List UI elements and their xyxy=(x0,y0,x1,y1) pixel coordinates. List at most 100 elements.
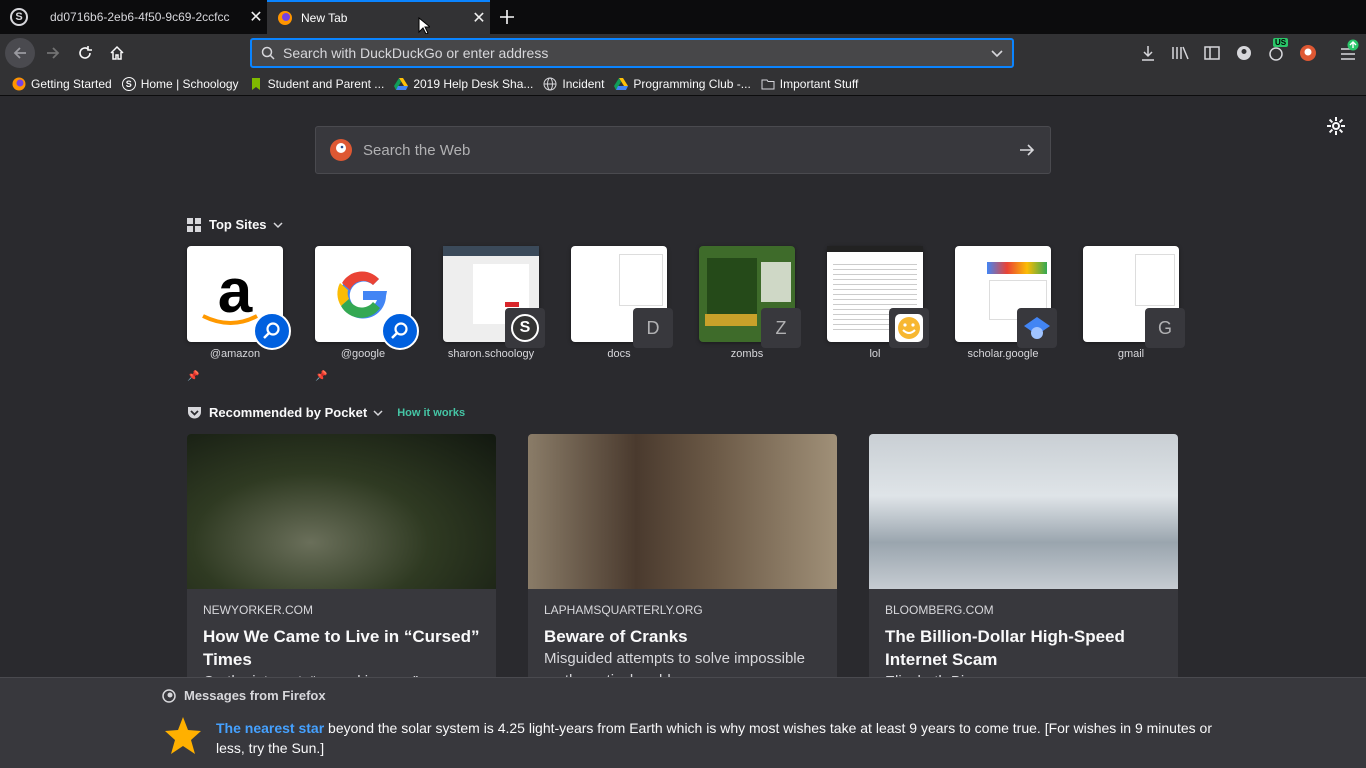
firefox-icon xyxy=(162,688,176,703)
duckduckgo-icon[interactable] xyxy=(1299,44,1317,62)
duckduckgo-icon xyxy=(330,139,352,161)
site-thumbnail: G xyxy=(1083,246,1185,348)
article-title: Beware of Cranks xyxy=(544,627,688,646)
star-icon xyxy=(165,717,201,754)
site-label: docs xyxy=(607,348,631,360)
web-search-box[interactable]: Search the Web xyxy=(315,126,1051,174)
sidebar-icon[interactable] xyxy=(1204,45,1220,61)
arrow-right-icon[interactable] xyxy=(1018,141,1036,159)
update-available-icon xyxy=(1347,39,1359,51)
download-icon[interactable] xyxy=(1140,45,1156,61)
messages-header: Messages from Firefox xyxy=(162,688,326,703)
vpn-extension-icon[interactable]: US xyxy=(1268,38,1292,64)
bookmark-important-stuff[interactable]: Important Stuff xyxy=(761,76,859,91)
top-site-scholar-google[interactable]: scholar.google xyxy=(955,246,1057,360)
smiley-icon xyxy=(895,314,923,342)
amazon-smile-icon xyxy=(202,314,258,325)
nearest-star-link[interactable]: The nearest star xyxy=(216,720,324,736)
article-title: How We Came to Live in “Cursed” Times xyxy=(203,627,480,669)
address-bar[interactable] xyxy=(250,38,1014,68)
top-site-docs[interactable]: D docs xyxy=(571,246,673,360)
bookmark-label: Programming Club -... xyxy=(633,76,751,91)
letter-badge: D xyxy=(633,308,673,348)
top-site-amazon[interactable]: a 📌 @amazon xyxy=(187,246,291,382)
article-title: The Billion-Dollar High-Speed Internet S… xyxy=(885,627,1125,669)
extension-icon xyxy=(1269,47,1283,61)
close-tab-icon[interactable]: ✕ xyxy=(468,8,490,28)
top-sites-header[interactable]: Top Sites xyxy=(187,217,283,232)
back-arrow-icon xyxy=(13,47,26,59)
bookmark-icon xyxy=(251,77,260,90)
plus-icon[interactable] xyxy=(499,9,515,25)
search-shortcut-badge xyxy=(381,312,419,350)
pin-icon: 📌 xyxy=(187,371,200,382)
search-shortcut-badge xyxy=(253,312,291,350)
tab-title: New Tab xyxy=(301,11,348,25)
tab-dd0716[interactable]: dd0716b6-2eb6-4f50-9c69-2ccfcc ✕ xyxy=(39,0,267,34)
letter-badge: G xyxy=(1145,308,1185,348)
bookmark-label: Important Stuff xyxy=(779,76,859,91)
screenshot-banner xyxy=(705,314,757,326)
screenshot-logo xyxy=(987,262,1047,274)
back-button[interactable] xyxy=(5,38,35,68)
bookmark-label: Home | Schoology xyxy=(140,76,239,91)
site-label: lol xyxy=(869,348,881,360)
bookmark-help-desk[interactable]: 2019 Help Desk Sha... xyxy=(394,77,533,91)
article-image xyxy=(187,434,496,589)
grid-icon xyxy=(187,217,201,232)
close-tab-icon[interactable]: ✕ xyxy=(245,7,267,27)
us-badge: US xyxy=(1273,38,1289,47)
bookmark-label: 2019 Help Desk Sha... xyxy=(413,76,534,91)
how-it-works-link[interactable]: How it works xyxy=(397,407,465,419)
letter-badge: Z xyxy=(761,308,801,348)
bookmark-getting-started[interactable]: Getting Started xyxy=(12,77,112,91)
screenshot-menu xyxy=(761,262,791,302)
top-site-gmail[interactable]: G gmail xyxy=(1083,246,1185,360)
site-thumbnail: D xyxy=(571,246,673,348)
pocket-icon xyxy=(188,406,201,418)
screenshot-form xyxy=(619,254,663,306)
chevron-down-icon[interactable] xyxy=(990,46,1004,60)
pocket-card[interactable]: LAPHAMSQUARTERLY.ORG Beware of Cranks Mi… xyxy=(528,434,837,694)
bookmark-programming-club[interactable]: Programming Club -... xyxy=(614,76,751,91)
schoology-icon[interactable]: S xyxy=(10,8,28,26)
new-tab-page: Search the Web Top Sites a 📌 @amazon 📌 @… xyxy=(0,96,1366,768)
pocket-card[interactable]: BLOOMBERG.COM The Billion-Dollar High-Sp… xyxy=(869,434,1178,694)
screenshot-button xyxy=(505,302,519,307)
schoology-icon: S xyxy=(511,314,539,342)
pin-icon: 📌 xyxy=(315,371,328,382)
site-thumbnail: a xyxy=(187,246,291,350)
site-thumbnail xyxy=(827,246,929,348)
message-text: beyond the solar system is 4.25 light-ye… xyxy=(216,720,1212,756)
globe-icon xyxy=(543,77,557,90)
top-site-schoology[interactable]: S sharon.schoology xyxy=(443,246,545,360)
home-button[interactable] xyxy=(102,38,132,68)
schoology-icon: S xyxy=(121,76,136,91)
tab-new-tab[interactable]: New Tab ✕ xyxy=(267,0,490,34)
top-site-google[interactable]: 📌 @google xyxy=(315,246,419,382)
navigation-toolbar: US xyxy=(0,34,1366,72)
pocket-header[interactable]: Recommended by Pocket How it works xyxy=(187,405,465,420)
screenshot-form xyxy=(1135,254,1175,306)
top-site-zombs[interactable]: Z zombs xyxy=(699,246,801,360)
reload-icon xyxy=(79,46,92,59)
bookmark-incident[interactable]: Incident xyxy=(543,77,604,91)
menu-button[interactable] xyxy=(1338,38,1360,68)
reload-button[interactable] xyxy=(70,38,100,68)
library-icon[interactable] xyxy=(1171,45,1189,61)
message-body: The nearest star beyond the solar system… xyxy=(216,718,1216,758)
gear-icon[interactable] xyxy=(1326,116,1346,136)
top-site-lol[interactable]: lol xyxy=(827,246,929,360)
graduation-cap-icon xyxy=(1024,317,1050,339)
firefox-icon xyxy=(278,11,292,25)
site-label: sharon.schoology xyxy=(447,348,535,360)
bookmark-student-parent[interactable]: Student and Parent ... xyxy=(249,77,384,91)
site-thumbnail xyxy=(315,246,419,350)
address-input[interactable] xyxy=(283,45,990,61)
article-source: LAPHAMSQUARTERLY.ORG xyxy=(544,603,703,617)
article-source: BLOOMBERG.COM xyxy=(885,603,994,617)
pocket-card[interactable]: NEWYORKER.COM How We Came to Live in “Cu… xyxy=(187,434,496,694)
account-icon[interactable] xyxy=(1236,45,1252,61)
forward-button[interactable] xyxy=(38,38,68,68)
bookmark-home-schoology[interactable]: S Home | Schoology xyxy=(121,76,239,91)
